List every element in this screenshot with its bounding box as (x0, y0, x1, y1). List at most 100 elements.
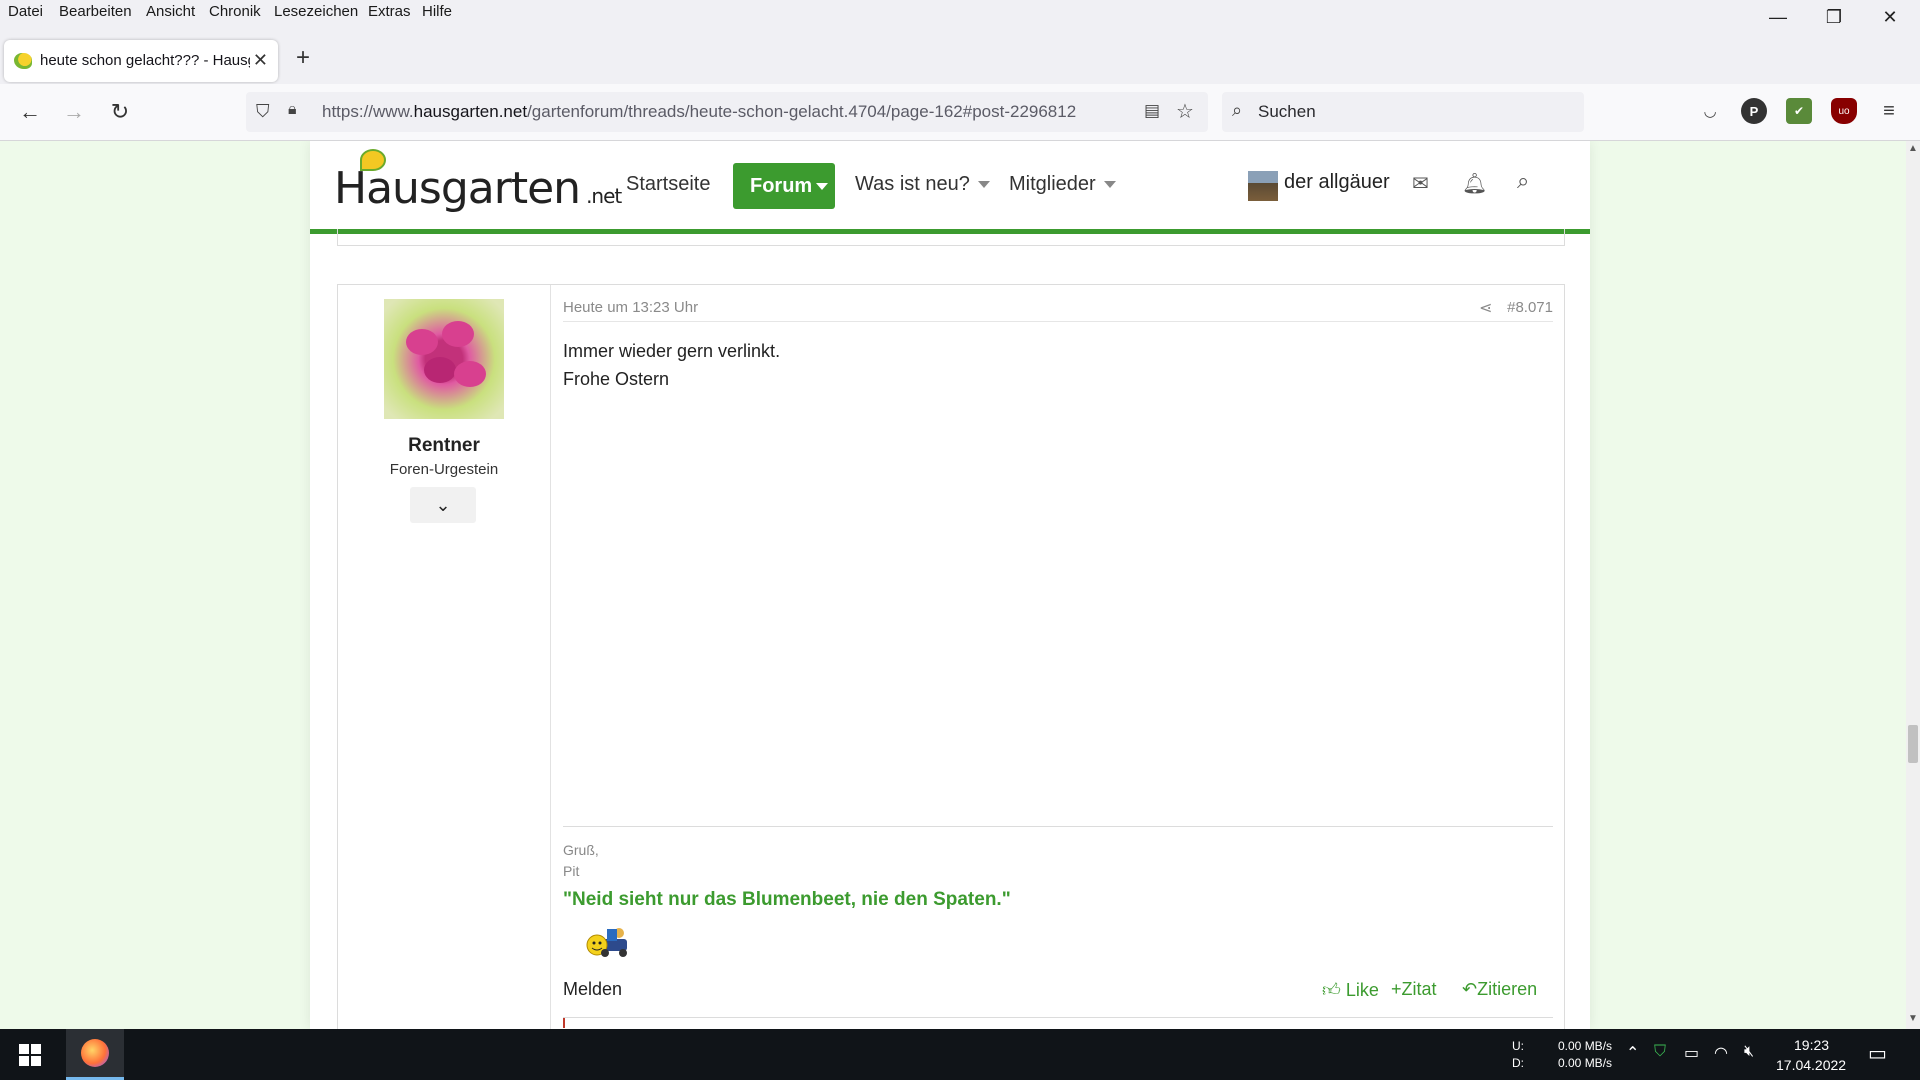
tab-bar: heute schon gelacht??? - Hausgarten.net … (0, 34, 1920, 84)
close-window-button[interactable]: ✕ (1862, 0, 1918, 34)
navigation-bar: ← → ↻ ⛉ 🔒︎ https://www.hausgarten.net/ga… (0, 84, 1920, 141)
forward-button[interactable]: → (56, 94, 92, 130)
user-avatar[interactable] (1248, 171, 1278, 201)
url-bar[interactable]: ⛉ 🔒︎ https://www.hausgarten.net/gartenfo… (246, 92, 1208, 132)
like-button[interactable]: 👍︎ Like (1322, 979, 1379, 1001)
author-avatar[interactable] (384, 299, 504, 419)
scroll-down-icon[interactable]: ▼ (1908, 1013, 1918, 1024)
post-user-panel: Rentner Foren-Urgestein ⌄ (338, 285, 551, 1029)
security-shield-icon[interactable]: ⛉ (1654, 1043, 1666, 1061)
taskbar-firefox[interactable] (66, 1029, 124, 1080)
close-tab-icon[interactable]: ✕ (253, 50, 268, 71)
menu-ansicht[interactable]: Ansicht (146, 3, 195, 20)
nav-forum[interactable]: Forum (733, 163, 835, 209)
user-name[interactable]: der allgäuer (1284, 171, 1390, 194)
firefox-icon (81, 1039, 109, 1067)
bell-icon[interactable]: 🔔︎ (1462, 171, 1487, 196)
previous-post-border (337, 229, 1565, 246)
lock-icon[interactable]: 🔒︎ (288, 101, 297, 119)
net-upload-speed: 0.00 MB/s (1558, 1039, 1613, 1053)
report-link[interactable]: Melden (563, 979, 622, 1000)
post-content: Heute um 13:23 Uhr ⋖ #8.071 Immer wieder… (563, 285, 1553, 1029)
post-number[interactable]: #8.071 (1507, 299, 1553, 316)
menu-chronik[interactable]: Chronik (209, 3, 261, 20)
net-upload-label: U: (1512, 1039, 1524, 1053)
multi-quote-button[interactable]: +Zitat (1391, 979, 1437, 1000)
post-text: Immer wieder gern verlinkt. Frohe Ostern (563, 337, 780, 393)
notifications-icon[interactable]: ▭ (1868, 1041, 1887, 1066)
menu-hilfe[interactable]: Hilfe (422, 3, 452, 20)
forum-post: Rentner Foren-Urgestein ⌄ Heute um 13:23… (337, 284, 1565, 1029)
post-text-line: Immer wieder gern verlinkt. (563, 341, 781, 361)
ublock-icon[interactable]: uo (1831, 98, 1857, 124)
expand-user-info-button[interactable]: ⌄ (410, 487, 476, 523)
share-icon[interactable]: ⋖ (1479, 298, 1492, 318)
profile-extension-icon[interactable]: P (1741, 98, 1767, 124)
tracking-shield-icon[interactable]: ⛉ (256, 101, 270, 122)
site-logo[interactable]: Hausgarten .net (334, 163, 622, 214)
scroll-thumb[interactable] (1908, 725, 1918, 763)
reply-icon: ↶ (1462, 979, 1478, 999)
volume-muted-icon[interactable]: 🔇︎ (1744, 1043, 1754, 1061)
reply-quote-button[interactable]: ↶Zitieren (1462, 979, 1537, 1000)
favicon-icon (14, 53, 32, 69)
scroll-up-icon[interactable]: ▲ (1908, 143, 1918, 154)
chevron-down-icon[interactable] (1103, 181, 1116, 189)
divider (563, 1017, 1553, 1018)
signature-divider (563, 826, 1553, 827)
site-header: Hausgarten .net Startseite Forum Was ist … (310, 141, 1590, 234)
author-title: Foren-Urgestein (389, 461, 499, 478)
signature-quote: "Neid sieht nur das Blumenbeet, nie den … (563, 889, 1011, 910)
windows-logo-icon (19, 1043, 41, 1066)
nav-startseite[interactable]: Startseite (626, 173, 710, 196)
menu-lesezeichen[interactable]: Lesezeichen (274, 3, 358, 20)
plus-icon: + (1391, 979, 1402, 999)
reader-view-icon[interactable]: ▤ (1144, 101, 1160, 121)
gardener-smiley-icon (586, 928, 627, 957)
search-icon[interactable]: ⌕ (1517, 168, 1529, 194)
menu-datei[interactable]: Datei (8, 3, 43, 20)
start-button[interactable] (0, 1029, 60, 1080)
taskbar: U: D: 0.00 MB/s 0.00 MB/s ⌃ ⛉ ▭ ◠ 🔇︎ 19:… (0, 1029, 1920, 1080)
author-name[interactable]: Rentner (338, 435, 550, 457)
restore-button[interactable]: ❐ (1806, 0, 1862, 34)
next-block-edge (563, 1018, 565, 1028)
clock-time[interactable]: 19:23 (1794, 1037, 1829, 1053)
search-icon: ⌕ (1232, 100, 1243, 120)
nav-mitglieder[interactable]: Mitglieder (1009, 173, 1116, 196)
net-download-speed: 0.00 MB/s (1558, 1056, 1613, 1070)
post-date[interactable]: Heute um 13:23 Uhr (563, 299, 698, 316)
chevron-down-icon: ⌄ (435, 494, 451, 515)
post-text-line: Frohe Ostern (563, 369, 670, 389)
reload-button[interactable]: ↻ (102, 94, 138, 130)
bookmark-star-icon[interactable]: ☆ (1176, 99, 1194, 124)
browser-tab[interactable]: heute schon gelacht??? - Hausgarten.net … (4, 40, 278, 82)
tray-chevron-up-icon[interactable]: ⌃ (1626, 1043, 1639, 1063)
page-viewport: Hausgarten .net Startseite Forum Was ist … (0, 141, 1906, 1029)
thumbs-up-icon: 👍︎ (1322, 980, 1341, 1000)
clock-date[interactable]: 17.04.2022 (1776, 1057, 1846, 1073)
net-download-label: D: (1512, 1056, 1524, 1070)
menu-bearbeiten[interactable]: Bearbeiten (59, 3, 132, 20)
tab-title: heute schon gelacht??? - Hausgarten.net (40, 52, 250, 69)
mail-icon[interactable]: ✉ (1412, 171, 1429, 196)
divider (563, 321, 1553, 322)
menu-extras[interactable]: Extras (368, 3, 411, 20)
pocket-icon[interactable]: ◡ (1697, 98, 1723, 124)
minimize-button[interactable]: — (1750, 0, 1806, 34)
url-text[interactable]: https://www.hausgarten.net/gartenforum/t… (322, 102, 1076, 122)
wifi-icon[interactable]: ◠ (1714, 1043, 1728, 1063)
back-button[interactable]: ← (12, 94, 48, 130)
chevron-down-icon[interactable] (977, 181, 990, 189)
nav-was-ist-neu[interactable]: Was ist neu? (855, 173, 990, 196)
app-menu-icon[interactable]: ≡ (1876, 98, 1902, 124)
signature-greeting: Gruß, Pit (563, 842, 599, 879)
search-placeholder: Suchen (1258, 102, 1316, 121)
forum-dropdown-icon[interactable] (816, 183, 828, 190)
search-bar[interactable]: ⌕ Suchen (1222, 92, 1584, 132)
page-scrollbar[interactable]: ▲ ▼ (1906, 141, 1920, 1029)
battery-icon[interactable]: ▭ (1684, 1043, 1699, 1063)
extension-green-icon[interactable]: ✔ (1786, 98, 1812, 124)
forum-page: Hausgarten .net Startseite Forum Was ist … (310, 141, 1590, 1029)
new-tab-button[interactable]: + (296, 44, 310, 72)
